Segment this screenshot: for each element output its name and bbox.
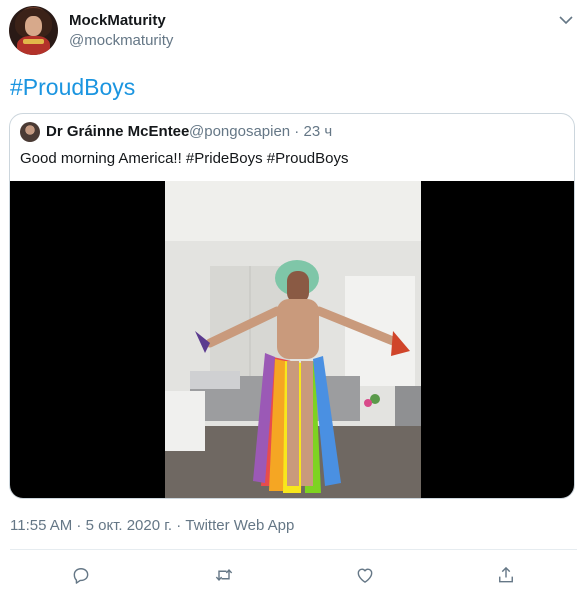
retweet-icon[interactable] [213,564,235,586]
tweet-timestamp: 11:55 AM · 5 окт. 2020 г. · Twitter Web … [10,517,294,534]
quoted-handle-time: @pongosapien · 23 ч [189,123,333,140]
like-icon[interactable] [354,564,376,586]
timestamp-text[interactable]: 11:55 AM · 5 окт. 2020 г. · [10,517,185,534]
author-avatar[interactable] [9,6,58,55]
video-frame [165,181,421,498]
share-icon[interactable] [495,564,517,586]
more-options-chevron-icon[interactable] [556,10,576,30]
quoted-tweet[interactable]: Dr Gráinne McEntee @pongosapien · 23 ч G… [9,113,575,499]
author-handle[interactable]: @mockmaturity [69,32,173,49]
tweet: MockMaturity @mockmaturity #ProudBoys Dr… [0,0,587,596]
quoted-display-name: Dr Gráinne McEntee [46,123,190,140]
quoted-text: Good morning America!! #PrideBoys #Proud… [20,150,349,167]
quoted-author-avatar [20,122,40,142]
video-player[interactable] [10,181,574,498]
author-display-name[interactable]: MockMaturity [69,12,166,29]
divider [10,549,577,550]
source-app-link[interactable]: Twitter Web App [185,517,294,534]
tweet-hashtag[interactable]: #ProudBoys [10,74,135,101]
reply-icon[interactable] [70,564,92,586]
